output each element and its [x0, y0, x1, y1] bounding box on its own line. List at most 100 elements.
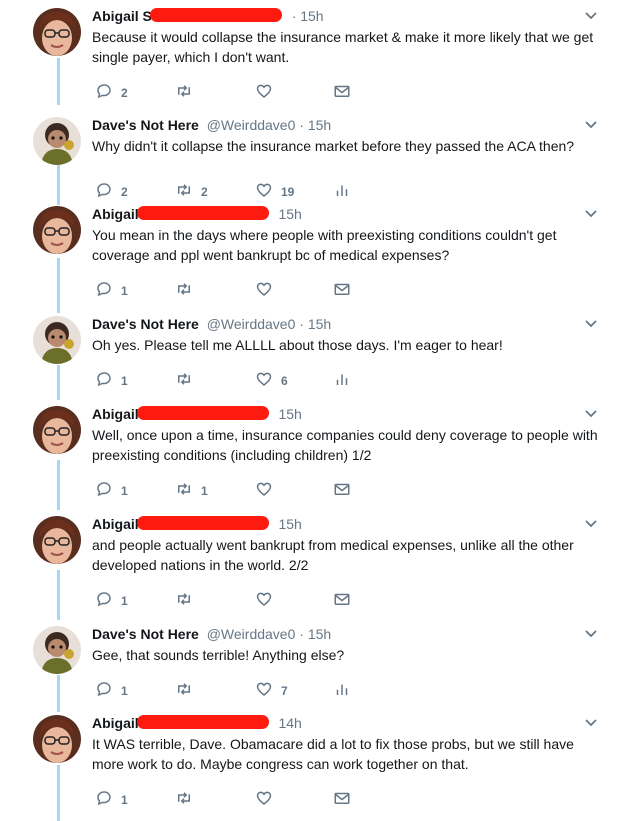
retweet-icon	[175, 789, 193, 812]
direct-message-button[interactable]	[333, 481, 351, 501]
retweet-button[interactable]	[175, 790, 201, 810]
tweet-actions: 1 6	[95, 371, 365, 391]
reply-button[interactable]: 1	[95, 591, 128, 611]
retweet-button[interactable]	[175, 681, 201, 701]
heart-icon	[255, 280, 273, 303]
chevron-down-icon[interactable]	[583, 626, 599, 642]
display-name[interactable]: Abigail	[92, 715, 139, 731]
display-name[interactable]: Dave's Not Here	[92, 626, 199, 642]
chevron-down-icon[interactable]	[583, 516, 599, 532]
mail-icon	[333, 590, 351, 613]
reply-icon	[95, 680, 113, 703]
like-button[interactable]: 7	[255, 681, 288, 701]
chevron-down-icon[interactable]	[583, 117, 599, 133]
tweet-header: Dave's Not Here @Weirddave0 · 15h	[92, 314, 591, 334]
tweet-header: Dave's Not Here @Weirddave0 · 15h	[92, 115, 591, 135]
avatar[interactable]	[33, 8, 81, 56]
reply-count: 1	[121, 284, 128, 298]
avatar[interactable]	[33, 715, 81, 763]
tweet[interactable]: Abigail 15h Well, once upon a time, insu…	[0, 401, 631, 511]
heart-icon	[255, 82, 273, 105]
tweet[interactable]: Abigail 14h It WAS terrible, Dave. Obama…	[0, 710, 631, 821]
analytics-button[interactable]	[333, 681, 351, 701]
display-name[interactable]: Abigail S	[92, 8, 152, 24]
retweet-button[interactable]	[175, 281, 201, 301]
reply-button[interactable]: 2	[95, 182, 128, 202]
like-button[interactable]	[255, 481, 281, 501]
avatar[interactable]	[33, 117, 81, 165]
avatar[interactable]	[33, 626, 81, 674]
reply-button[interactable]: 1	[95, 681, 128, 701]
mail-icon	[333, 82, 351, 105]
tweet-header: Abigail 15h	[92, 404, 591, 424]
timestamp[interactable]: · 15h	[299, 316, 331, 332]
display-name[interactable]: Dave's Not Here	[92, 117, 199, 133]
direct-message-button[interactable]	[333, 281, 351, 301]
chevron-down-icon[interactable]	[583, 8, 599, 24]
like-button[interactable]	[255, 83, 281, 103]
reply-button[interactable]: 1	[95, 281, 128, 301]
retweet-button[interactable]	[175, 591, 201, 611]
retweet-icon	[175, 480, 193, 503]
like-button[interactable]	[255, 790, 281, 810]
like-button[interactable]: 6	[255, 371, 288, 391]
avatar[interactable]	[33, 516, 81, 564]
like-button[interactable]: 19	[255, 182, 294, 202]
tweet[interactable]: Abigail 15h You mean in the days where p…	[0, 201, 631, 311]
tweet[interactable]: Dave's Not Here @Weirddave0 · 15h Gee, t…	[0, 621, 631, 710]
like-button[interactable]	[255, 591, 281, 611]
username[interactable]: @Weirddave0	[207, 316, 296, 332]
tweet[interactable]: Abigail 15h and people actually went ban…	[0, 511, 631, 621]
chevron-down-icon[interactable]	[583, 206, 599, 222]
reply-count: 1	[121, 684, 128, 698]
avatar[interactable]	[33, 406, 81, 454]
timestamp[interactable]: 14h	[278, 715, 301, 731]
chevron-down-icon[interactable]	[583, 406, 599, 422]
chevron-down-icon[interactable]	[583, 316, 599, 332]
retweet-button[interactable]	[175, 371, 201, 391]
reply-button[interactable]: 2	[95, 83, 128, 103]
username[interactable]: @Weirddave0	[207, 117, 296, 133]
retweet-button[interactable]	[175, 83, 201, 103]
mail-icon	[333, 480, 351, 503]
display-name[interactable]: Abigail	[92, 406, 139, 422]
timestamp[interactable]: 15h	[278, 516, 301, 532]
tweet-text: Well, once upon a time, insurance compan…	[92, 427, 598, 463]
timestamp[interactable]: 15h	[278, 406, 301, 422]
tweet-text: and people actually went bankrupt from m…	[92, 537, 574, 573]
reply-button[interactable]: 1	[95, 481, 128, 501]
reply-count: 1	[121, 793, 128, 807]
like-button[interactable]	[255, 281, 281, 301]
tweet[interactable]: Abigail S · 15h Because it would collaps…	[0, 3, 631, 112]
display-name[interactable]: Abigail	[92, 516, 139, 532]
reply-icon	[95, 480, 113, 503]
username[interactable]: @Weirddave0	[207, 626, 296, 642]
timestamp[interactable]: · 15h	[292, 8, 324, 24]
direct-message-button[interactable]	[333, 591, 351, 611]
direct-message-button[interactable]	[333, 83, 351, 103]
retweet-button[interactable]: 2	[175, 182, 208, 202]
direct-message-button[interactable]	[333, 790, 351, 810]
reply-icon	[95, 280, 113, 303]
display-name[interactable]: Dave's Not Here	[92, 316, 199, 332]
tweet[interactable]: Dave's Not Here @Weirddave0 · 15h Why di…	[0, 112, 631, 201]
tweet-actions: 1	[95, 790, 365, 810]
tweet-actions: 1	[95, 281, 365, 301]
reply-button[interactable]: 1	[95, 790, 128, 810]
reply-button[interactable]: 1	[95, 371, 128, 391]
retweet-button[interactable]: 1	[175, 481, 208, 501]
avatar[interactable]	[33, 206, 81, 254]
redaction-mark	[149, 8, 282, 22]
tweet-actions: 1 7	[95, 681, 365, 701]
analytics-icon	[333, 370, 351, 393]
analytics-button[interactable]	[333, 371, 351, 391]
tweet[interactable]: Dave's Not Here @Weirddave0 · 15h Oh yes…	[0, 311, 631, 401]
chevron-down-icon[interactable]	[583, 715, 599, 731]
display-name[interactable]: Abigail	[92, 206, 139, 222]
timestamp[interactable]: · 15h	[299, 626, 331, 642]
avatar[interactable]	[33, 316, 81, 364]
timestamp[interactable]: 15h	[278, 206, 301, 222]
timestamp[interactable]: · 15h	[299, 117, 331, 133]
heart-icon	[255, 370, 273, 393]
analytics-button[interactable]	[333, 182, 351, 202]
